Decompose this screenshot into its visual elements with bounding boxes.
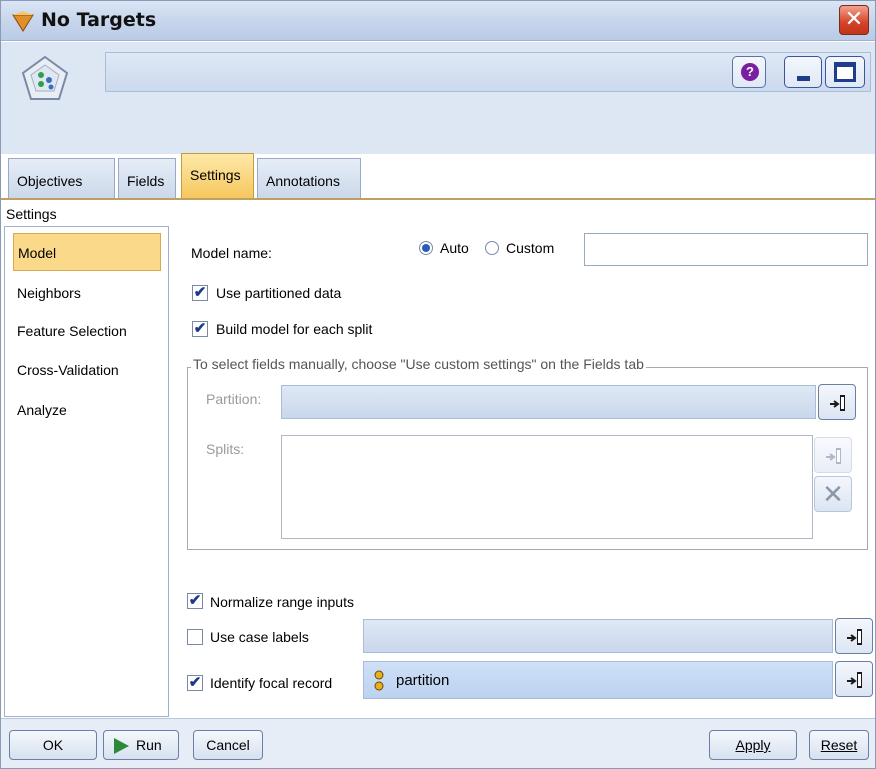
node-type-icon bbox=[12, 11, 34, 32]
case-labels-field[interactable] bbox=[363, 619, 833, 653]
focal-record-checkbox[interactable]: ✔ bbox=[187, 675, 203, 691]
case-labels-checkbox[interactable]: ✔ bbox=[187, 629, 203, 645]
field-picker-icon bbox=[826, 448, 841, 464]
ok-button[interactable]: OK bbox=[9, 730, 97, 760]
section-title: Settings bbox=[6, 206, 57, 222]
run-icon bbox=[114, 738, 129, 754]
partition-label: Partition: bbox=[206, 391, 262, 407]
sidebar-item-analyze[interactable]: Analyze bbox=[13, 391, 161, 429]
partition-picker-button[interactable] bbox=[818, 384, 856, 420]
field-picker-icon bbox=[830, 395, 845, 411]
tab-objectives[interactable]: Objectives bbox=[8, 158, 115, 198]
splits-picker-button[interactable] bbox=[814, 437, 852, 473]
field-picker-icon bbox=[847, 672, 862, 688]
build-each-split-checkbox[interactable]: ✔ bbox=[192, 321, 208, 337]
custom-radio-label: Custom bbox=[506, 240, 555, 256]
minimize-button[interactable] bbox=[784, 56, 822, 88]
close-button[interactable]: ✕ bbox=[839, 5, 869, 35]
run-button[interactable]: Run bbox=[103, 730, 179, 760]
set-type-icon bbox=[374, 670, 384, 691]
sidebar-item-feature-selection[interactable]: Feature Selection bbox=[13, 312, 161, 350]
maximize-icon bbox=[834, 62, 856, 82]
field-picker-icon bbox=[847, 629, 862, 645]
build-each-split-label: Build model for each split bbox=[216, 321, 373, 337]
dialog-window: No Targets ✕ ? Objectives Fields Setting… bbox=[0, 0, 876, 769]
cancel-button[interactable]: Cancel bbox=[193, 730, 263, 760]
use-partitioned-label: Use partitioned data bbox=[216, 285, 342, 301]
case-labels-picker-button[interactable] bbox=[835, 618, 873, 654]
tab-settings[interactable]: Settings bbox=[181, 153, 254, 199]
case-labels-label: Use case labels bbox=[210, 629, 309, 645]
splits-list[interactable] bbox=[281, 435, 813, 539]
focal-record-value: partition bbox=[396, 672, 450, 689]
partition-field[interactable] bbox=[281, 385, 816, 419]
remove-icon: ✕ bbox=[822, 479, 844, 509]
sidebar-item-model[interactable]: Model bbox=[13, 233, 161, 271]
normalize-label: Normalize range inputs bbox=[210, 594, 354, 610]
auto-radio[interactable] bbox=[419, 241, 433, 255]
window-title: No Targets bbox=[41, 9, 157, 31]
tab-annotations[interactable]: Annotations bbox=[257, 158, 361, 198]
custom-name-input[interactable] bbox=[584, 233, 868, 266]
minimize-icon bbox=[797, 76, 810, 81]
help-icon: ? bbox=[741, 63, 759, 81]
focal-record-picker-button[interactable] bbox=[835, 661, 873, 697]
tab-fields[interactable]: Fields bbox=[118, 158, 176, 198]
fields-group-title: To select fields manually, choose "Use c… bbox=[191, 356, 646, 372]
auto-radio-label: Auto bbox=[440, 240, 469, 256]
model-name-label: Model name: bbox=[191, 245, 272, 261]
maximize-button[interactable] bbox=[825, 56, 865, 88]
help-button[interactable]: ? bbox=[732, 56, 766, 88]
splits-label: Splits: bbox=[206, 441, 245, 457]
custom-radio[interactable] bbox=[485, 241, 499, 255]
focal-record-field[interactable]: partition bbox=[363, 661, 833, 699]
knn-node-icon bbox=[21, 55, 69, 100]
focal-record-label: Identify focal record bbox=[210, 675, 333, 691]
tab-divider bbox=[1, 198, 875, 200]
remove-split-button[interactable]: ✕ bbox=[814, 476, 852, 512]
normalize-checkbox[interactable]: ✔ bbox=[187, 593, 203, 609]
sidebar-item-cross-validation[interactable]: Cross-Validation bbox=[13, 351, 161, 389]
use-partitioned-checkbox[interactable]: ✔ bbox=[192, 285, 208, 301]
sidebar-item-neighbors[interactable]: Neighbors bbox=[13, 274, 161, 312]
title-bar[interactable]: No Targets ✕ bbox=[1, 1, 875, 41]
reset-button[interactable]: Reset bbox=[809, 730, 869, 760]
apply-button[interactable]: Apply bbox=[709, 730, 797, 760]
run-label: Run bbox=[136, 737, 162, 753]
